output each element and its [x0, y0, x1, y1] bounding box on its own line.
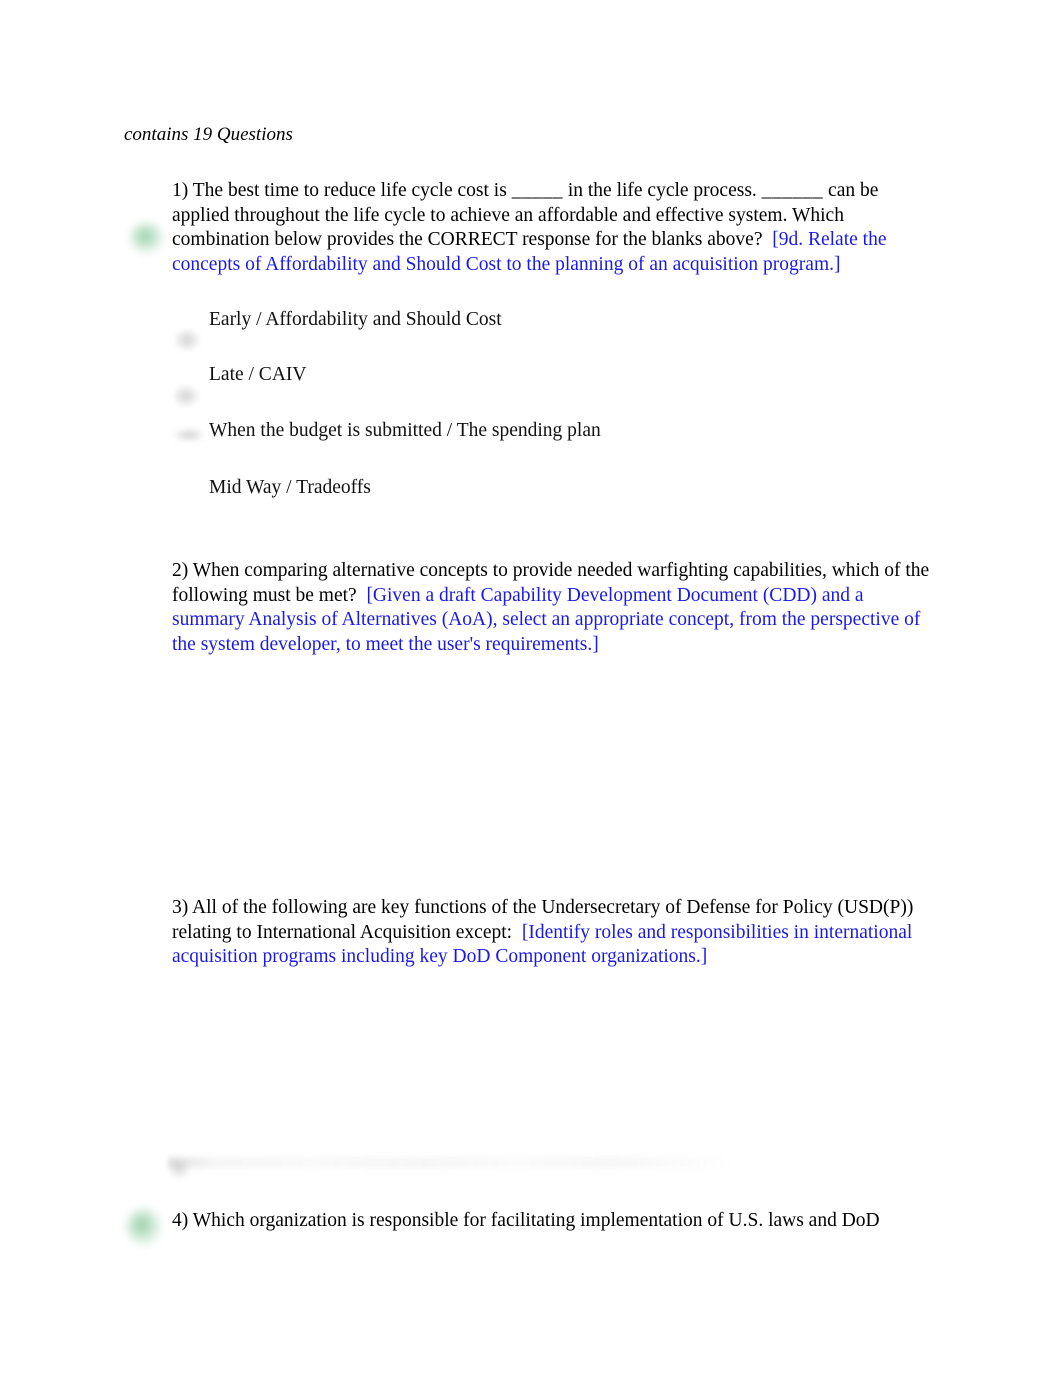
ghost-radio-option-3 [174, 428, 204, 442]
erased-text-ghost-line [168, 1157, 724, 1168]
question-1-stem-part-1: 1) The best time to reduce life cycle co… [172, 180, 512, 201]
question-4-stem: 4) Which organization is responsible for… [172, 1210, 880, 1231]
ghost-radio-option-1 [174, 329, 200, 351]
green-highlight-blob-q1 [130, 222, 164, 254]
question-1-stem-part-2: in the life cycle process. [562, 180, 762, 201]
question-2: 2) When comparing alternative concepts t… [172, 559, 932, 657]
question-3: 3) All of the following are key function… [172, 896, 932, 970]
question-1-option-4[interactable]: Mid Way / Tradeoffs [209, 476, 371, 500]
question-1-option-1[interactable]: Early / Affordability and Should Cost [209, 308, 502, 332]
ghost-radio-option-2 [173, 385, 199, 407]
question-1-blank-2: ______ [761, 180, 824, 201]
document-header: contains 19 Questions [124, 124, 293, 145]
page-bottom-fade [0, 1285, 1062, 1377]
question-4: 4) Which organization is responsible for… [172, 1209, 992, 1234]
document-page: contains 19 Questions 1) The best time t… [0, 0, 1062, 1377]
question-1-option-2[interactable]: Late / CAIV [209, 363, 306, 387]
question-1: 1) The best time to reduce life cycle co… [172, 179, 932, 277]
question-1-blank-1: _____ [511, 180, 563, 201]
erased-bullet-ghost [168, 1159, 190, 1179]
green-highlight-blob-q4 [126, 1208, 162, 1246]
question-1-option-3[interactable]: When the budget is submitted / The spend… [209, 419, 601, 443]
